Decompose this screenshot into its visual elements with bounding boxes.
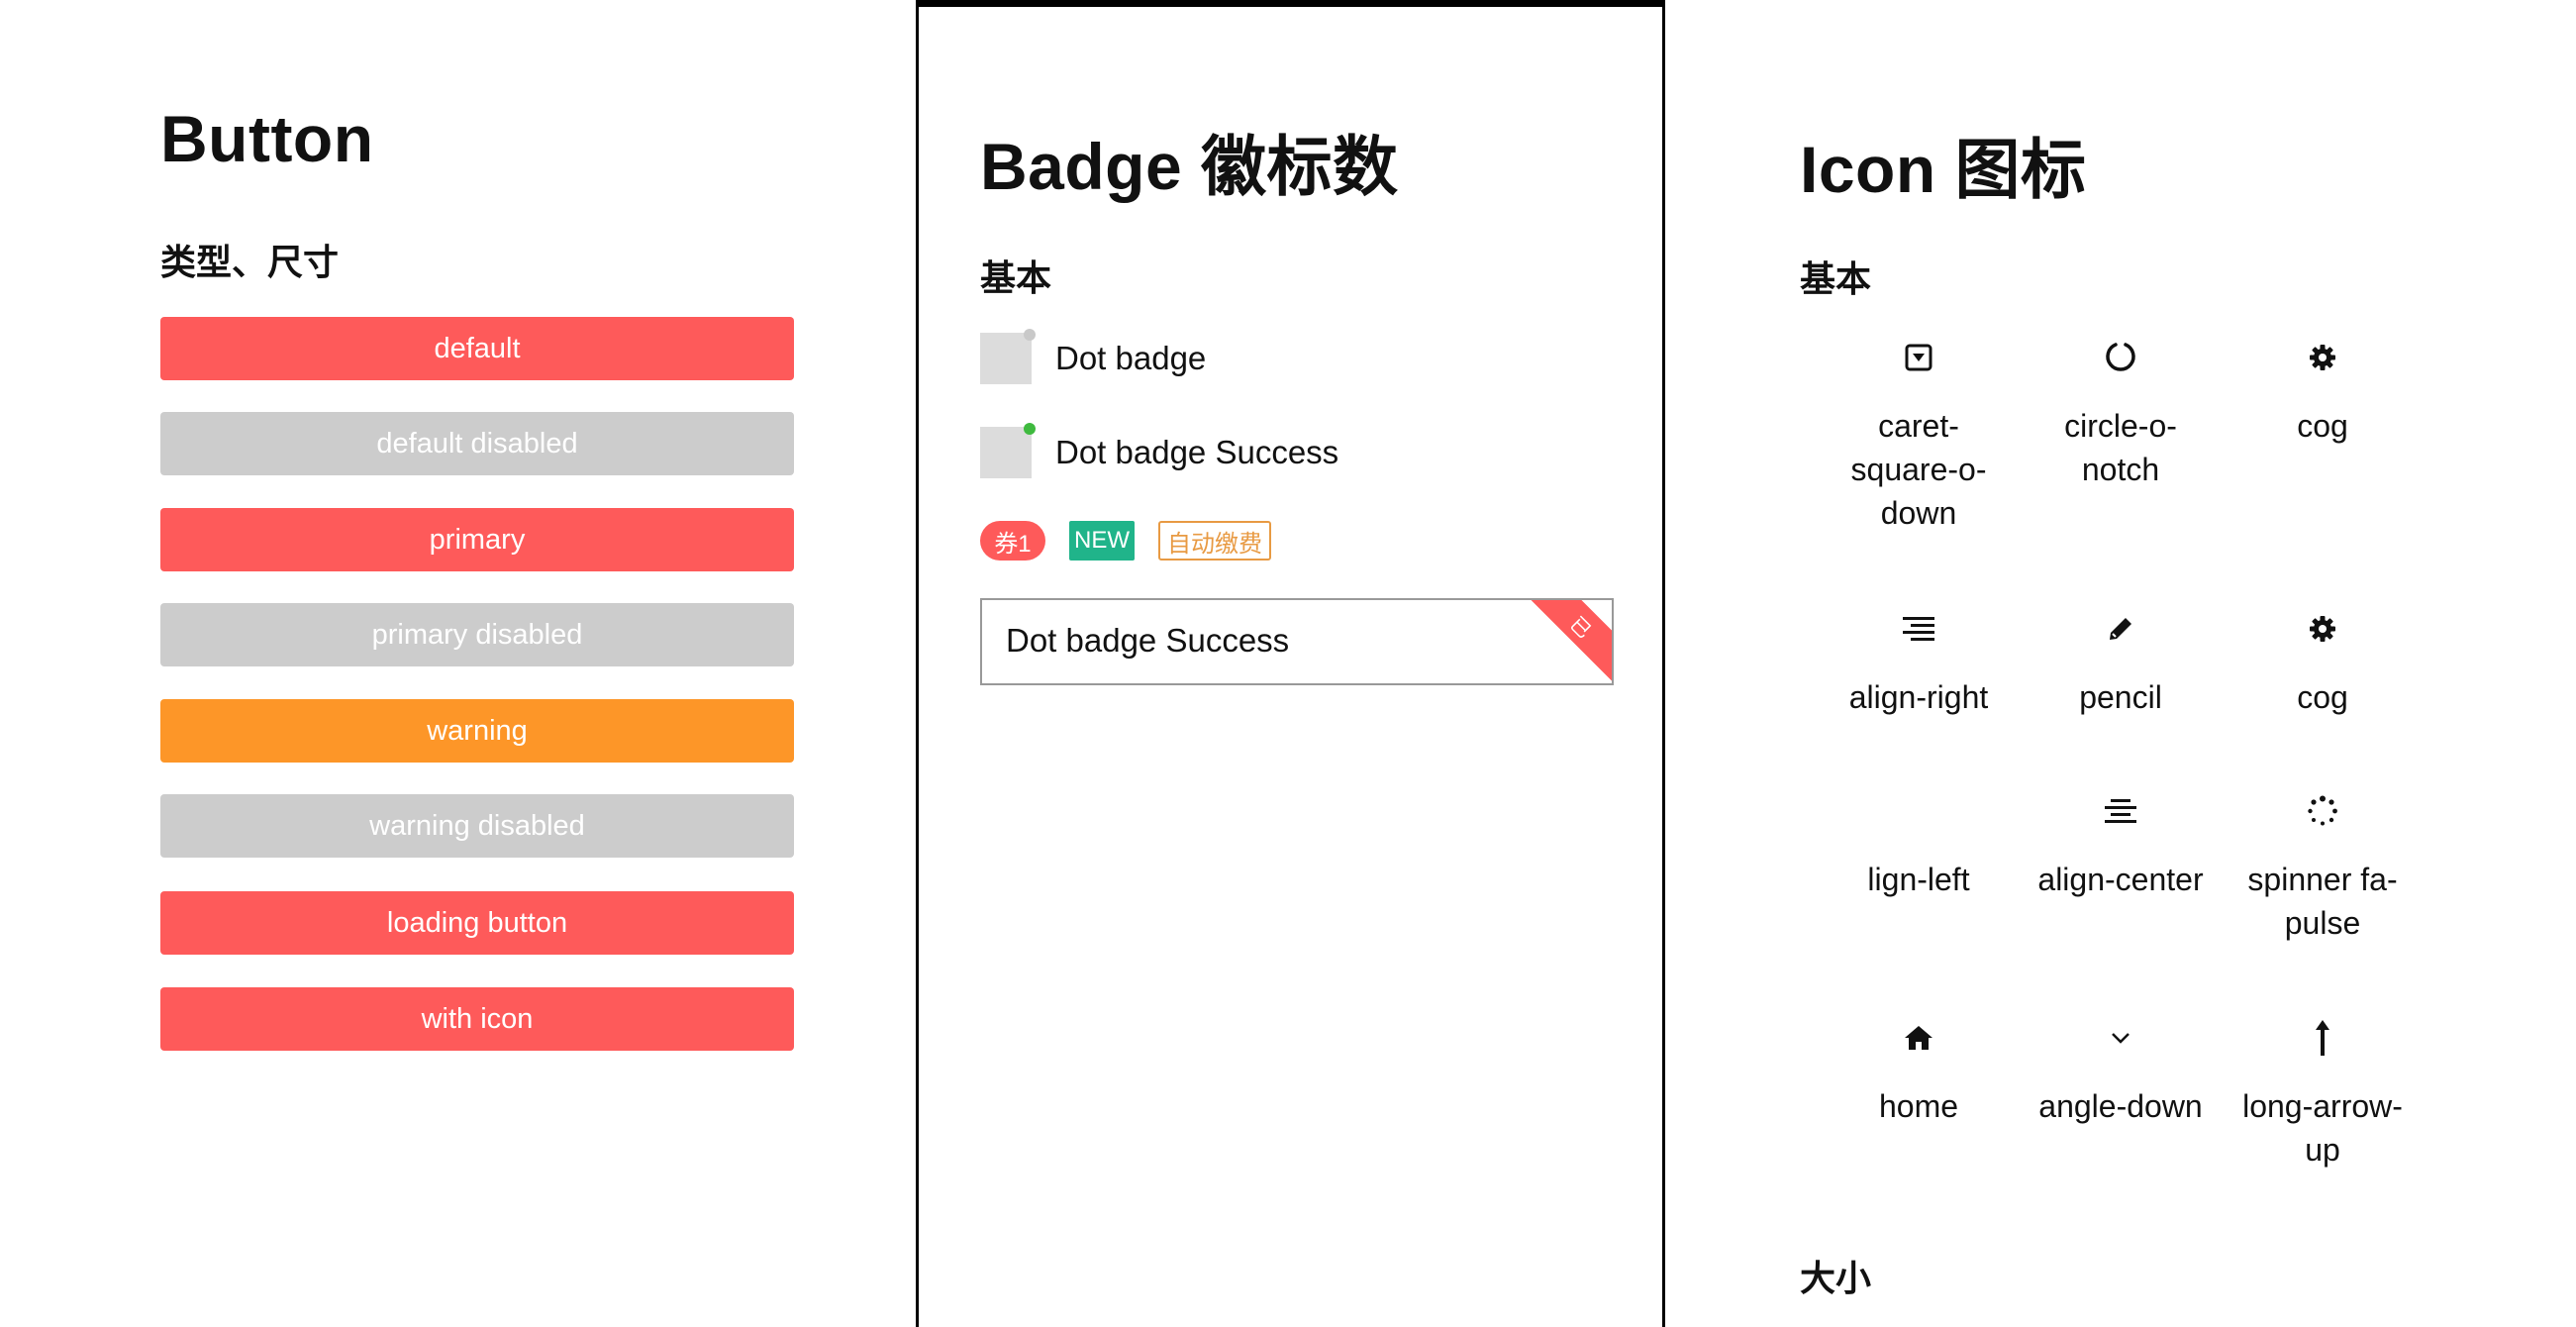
icon-cell-align-left[interactable]: lign-left	[1818, 786, 2020, 901]
dot-badge-box	[980, 329, 1036, 384]
icon-cell-align-right[interactable]: align-right	[1818, 604, 2020, 719]
tag-row: 券1 NEW 自动缴费	[980, 521, 1295, 561]
icon-cell-caret-square-o-down[interactable]: caret- square-o- down	[1818, 333, 2020, 535]
badge-section-title: 基本	[980, 257, 1052, 298]
dot-badge-row: Dot badge	[980, 329, 1207, 384]
warning-disabled-button: warning disabled	[160, 794, 794, 858]
default-button[interactable]: default	[160, 317, 794, 380]
align-right-icon	[1903, 617, 1934, 641]
corner-badge-box: Dot badge Success 已	[980, 598, 1614, 685]
warning-button[interactable]: warning	[160, 699, 794, 763]
dot-badge-indicator	[1024, 329, 1036, 341]
spinner-icon	[2308, 795, 2337, 826]
icon-cell-angle-down[interactable]: angle-down	[2020, 1013, 2222, 1128]
button-panel: Button 类型、尺寸 default default disabled pr…	[0, 0, 916, 1327]
home-icon	[1905, 1026, 1932, 1050]
icon-cell-align-center[interactable]: align-center	[2020, 786, 2222, 901]
align-left-icon	[1903, 798, 1934, 824]
dot-badge-success-indicator	[1024, 423, 1036, 435]
icon-label: cog	[2297, 408, 2348, 444]
icon-panel-title: Icon 图标	[1800, 133, 2087, 206]
icon-section-size-title: 大小	[1800, 1258, 1872, 1298]
icon-panel: Icon 图标 基本 caret- square-o- down circle-…	[1665, 0, 2576, 1327]
icon-label: lign-left	[1867, 862, 1970, 897]
icon-cell-cog-2[interactable]: cog	[2222, 604, 2424, 719]
dot-badge-label: Dot badge	[1055, 340, 1207, 376]
circle-o-notch-icon	[2106, 343, 2135, 371]
icon-label: caret- square-o- down	[1850, 408, 1987, 531]
icon-label: align-right	[1848, 679, 1989, 715]
icon-cell-long-arrow-up[interactable]: long-arrow- up	[2222, 1013, 2424, 1172]
button-section-title: 类型、尺寸	[160, 242, 340, 282]
icon-label: circle-o- notch	[2064, 408, 2177, 487]
badge-panel: Badge 徽标数 基本 Dot badge Dot badge Success…	[916, 0, 1665, 1327]
angle-down-icon	[2112, 1033, 2130, 1044]
pencil-icon	[2110, 618, 2131, 640]
button-panel-title: Button	[160, 102, 374, 175]
dot-badge-success-row: Dot badge Success	[980, 423, 1339, 478]
icon-cell-cog[interactable]: cog	[2222, 333, 2424, 448]
cog-icon	[2310, 345, 2335, 370]
cog-icon	[2310, 616, 2335, 642]
default-disabled-button: default disabled	[160, 412, 794, 475]
dot-badge-success-box	[980, 423, 1036, 478]
badge-panel-title: Badge 徽标数	[980, 130, 1399, 203]
primary-button[interactable]: primary	[160, 508, 794, 571]
icon-cell-home[interactable]: home	[1818, 1013, 2020, 1128]
icon-section-basic-title: 基本	[1800, 258, 1872, 299]
icon-label: long-arrow- up	[2242, 1088, 2403, 1168]
icon-label: home	[1878, 1088, 1959, 1124]
with-icon-button[interactable]: with icon	[160, 987, 794, 1051]
icon-label: align-center	[2037, 862, 2204, 897]
caret-square-o-down-icon	[1905, 344, 1932, 371]
icon-label: angle-down	[2038, 1088, 2203, 1124]
align-center-icon	[2105, 799, 2136, 823]
primary-disabled-button: primary disabled	[160, 603, 794, 666]
autopay-tag: 自动缴费	[1158, 521, 1271, 561]
loading-button[interactable]: loading button	[160, 891, 794, 955]
long-arrow-up-icon	[2316, 1020, 2329, 1056]
dot-badge-success-label: Dot badge Success	[1055, 434, 1339, 470]
new-tag: NEW	[1069, 521, 1135, 561]
coupon-tag: 券1	[980, 521, 1045, 561]
icon-cell-circle-o-notch[interactable]: circle-o- notch	[2020, 333, 2222, 491]
corner-ribbon: 已	[1520, 600, 1612, 683]
corner-badge-text: Dot badge Success	[1006, 622, 1290, 659]
icon-cell-spinner[interactable]: spinner fa- pulse	[2222, 786, 2424, 945]
icon-cell-pencil[interactable]: pencil	[2020, 604, 2222, 719]
icon-label: spinner fa- pulse	[2247, 862, 2398, 941]
icon-label: cog	[2297, 679, 2348, 715]
icon-label: pencil	[2079, 679, 2162, 715]
